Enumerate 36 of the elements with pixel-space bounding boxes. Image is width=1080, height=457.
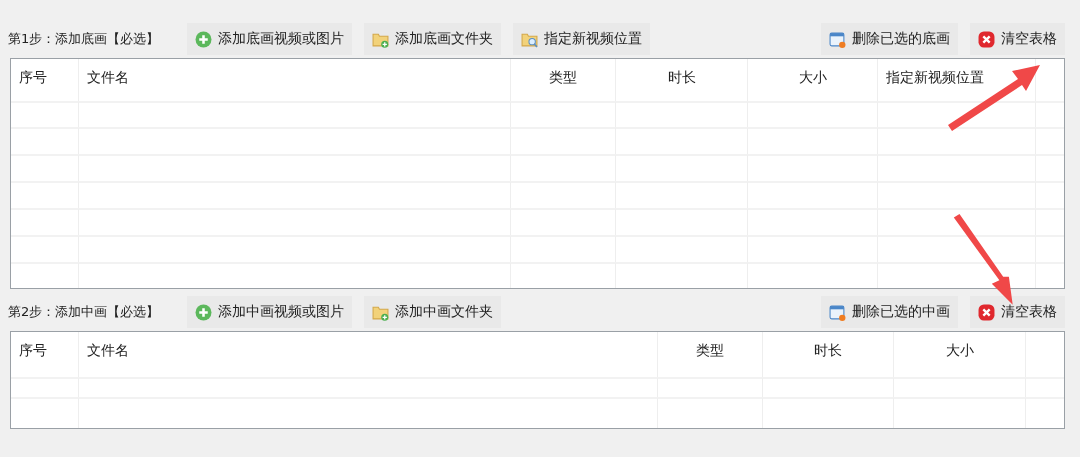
column-header[interactable]: 文件名 [79,59,511,101]
toolbar-button[interactable]: 添加中画视频或图片 [187,296,353,328]
toolbar-button[interactable]: 指定新视频位置 [513,23,651,55]
close-icon [978,30,995,48]
empty-cell [11,154,79,181]
toolbar-button[interactable]: 删除已选的底画 [821,23,958,55]
column-header[interactable]: 文件名 [79,332,658,377]
column-header[interactable]: 时长 [616,59,748,101]
toolbar-button[interactable]: 添加底画视频或图片 [187,23,353,55]
step-label: 第2步：添加中画【必选】 [8,303,160,321]
toolbar-button[interactable]: 添加底画文件夹 [364,23,502,55]
empty-cell [11,208,79,235]
column-header[interactable]: 时长 [763,332,894,377]
empty-cell [11,181,79,208]
empty-cell [11,235,79,262]
window-remove-icon [829,30,846,48]
window-remove-icon [829,303,846,321]
close-icon [978,303,995,321]
column-header[interactable]: 序号 [11,332,79,377]
column-header[interactable]: 类型 [511,59,616,101]
toolbar-button[interactable]: 清空表格 [970,23,1065,55]
column-header[interactable]: 大小 [894,332,1026,377]
empty-cell [11,262,79,288]
empty-cell [11,127,79,154]
column-header[interactable]: 类型 [658,332,763,377]
column-header[interactable]: 大小 [748,59,878,101]
column-header[interactable]: 序号 [11,59,79,101]
plus-icon [195,303,213,321]
empty-cell [11,101,79,127]
plus-icon [195,30,213,48]
step-label: 第1步：添加底画【必选】 [8,30,160,48]
toolbar-button[interactable]: 添加中画文件夹 [364,296,502,328]
empty-cell [11,377,79,397]
toolbar-button[interactable]: 清空表格 [970,296,1065,328]
toolbar-button[interactable]: 删除已选的中画 [821,296,958,328]
empty-cell [11,397,79,428]
